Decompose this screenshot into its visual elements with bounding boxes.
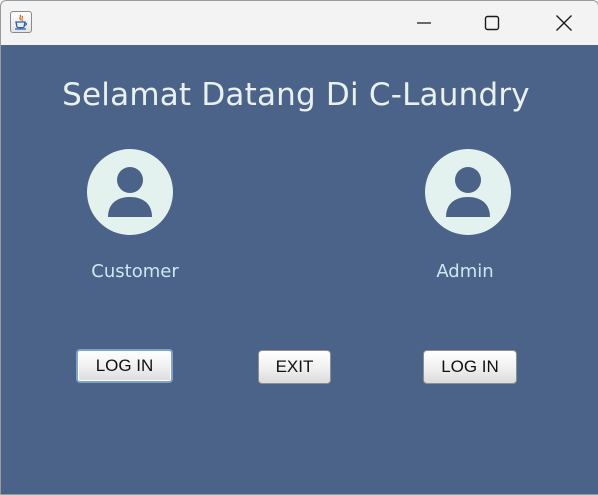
admin-user-avatar-icon bbox=[425, 149, 511, 235]
customer-login-button[interactable]: LOG IN bbox=[76, 349, 173, 383]
admin-login-button[interactable]: LOG IN bbox=[423, 350, 517, 384]
maximize-icon bbox=[484, 15, 500, 31]
close-icon bbox=[556, 15, 572, 31]
admin-label: Admin bbox=[436, 261, 494, 282]
title-bar[interactable] bbox=[1, 1, 598, 45]
minimize-icon bbox=[417, 22, 431, 24]
exit-button[interactable]: EXIT bbox=[258, 350, 331, 384]
java-cup-icon[interactable] bbox=[10, 11, 32, 33]
customer-user-avatar-icon bbox=[87, 149, 173, 235]
page-title: Selamat Datang Di C-Laundry bbox=[62, 77, 530, 113]
close-button[interactable] bbox=[541, 1, 587, 45]
customer-label: Customer bbox=[91, 261, 179, 282]
app-window: Selamat Datang Di C-Laundry Customer Adm… bbox=[0, 0, 598, 495]
minimize-button[interactable] bbox=[401, 1, 447, 45]
maximize-button[interactable] bbox=[469, 1, 515, 45]
